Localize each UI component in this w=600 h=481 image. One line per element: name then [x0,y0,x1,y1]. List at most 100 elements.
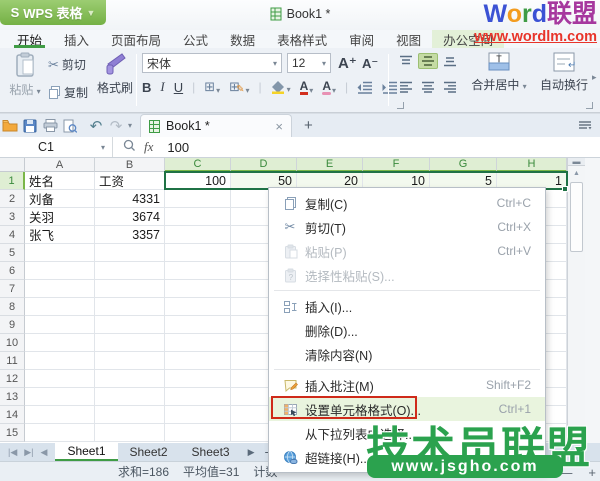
tab-home[interactable]: 开始 [6,30,53,48]
row-header-6[interactable]: 6 [0,262,25,280]
cell-C13[interactable] [165,388,231,406]
sheet-tab-sheet1[interactable]: Sheet1 [55,443,118,461]
last-sheet-button[interactable]: ▶| [24,447,33,458]
cell-B12[interactable] [95,370,165,388]
cell-A4[interactable]: 张飞 [25,226,95,244]
copy-button[interactable]: 复制 [48,84,88,101]
cell-B13[interactable] [95,388,165,406]
cell-A12[interactable] [25,370,95,388]
cell-C9[interactable] [165,316,231,334]
row-header-5[interactable]: 5 [0,244,25,262]
tab-page-layout[interactable]: 页面布局 [100,30,172,48]
prev-sheet-button[interactable]: ◀ [41,447,48,458]
cell-A9[interactable] [25,316,95,334]
draw-border-button[interactable]: ⊞ ✎ ▾ [229,79,249,95]
cell-A5[interactable] [25,244,95,262]
row-header-11[interactable]: 11 [0,352,25,370]
cell-C11[interactable] [165,352,231,370]
sheet-tab-sheet3[interactable]: Sheet3 [180,443,242,461]
cell-B9[interactable] [95,316,165,334]
column-header-A[interactable]: A [25,158,95,172]
row-header-15[interactable]: 15 [0,424,25,442]
open-file-button[interactable] [0,116,20,136]
tab-data[interactable]: 数据 [219,30,266,48]
cell-B6[interactable] [95,262,165,280]
cell-A13[interactable] [25,388,95,406]
cell-C3[interactable] [165,208,231,226]
scroll-up-arrow[interactable]: ▲ [568,166,585,180]
align-top-button[interactable] [396,53,416,69]
row-header-7[interactable]: 7 [0,280,25,298]
cell-A3[interactable]: 关羽 [25,208,95,226]
bold-button[interactable]: B [142,80,151,95]
cell-C6[interactable] [165,262,231,280]
redo-button[interactable]: ↷ [106,116,126,136]
cell-A15[interactable] [25,424,95,442]
borders-button[interactable]: ⊞ ▾ [204,79,220,95]
column-header-G[interactable]: G [430,158,497,172]
first-sheet-button[interactable]: |◀ [8,447,17,458]
ribbon-collapse-arrow[interactable]: ▸ [592,72,597,83]
underline-button[interactable]: U [174,80,183,95]
search-icon[interactable] [123,139,136,155]
cell-C1[interactable]: 100 [165,172,231,190]
row-header-8[interactable]: 8 [0,298,25,316]
cell-A2[interactable]: 刘备 [25,190,95,208]
cell-B7[interactable] [95,280,165,298]
select-all-corner[interactable] [0,158,25,172]
qat-dropdown[interactable]: ▾ [128,121,132,130]
column-header-B[interactable]: B [95,158,165,172]
tab-formulas[interactable]: 公式 [172,30,219,48]
cell-C14[interactable] [165,406,231,424]
row-header-14[interactable]: 14 [0,406,25,424]
menu-item-copy[interactable]: 复制(C) Ctrl+C [269,191,545,215]
fill-color-button[interactable]: ▾ [271,80,291,94]
decrease-indent-button[interactable] [357,81,373,94]
cell-B2[interactable]: 4331 [95,190,165,208]
cell-B3[interactable]: 3674 [95,208,165,226]
row-header-4[interactable]: 4 [0,226,25,244]
insert-function-button[interactable]: fx [144,139,153,155]
row-header-1[interactable]: 1 [0,172,25,190]
tab-insert[interactable]: 插入 [53,30,100,48]
row-header-13[interactable]: 13 [0,388,25,406]
column-header-E[interactable]: E [297,158,363,172]
tab-table-style[interactable]: 表格样式 [266,30,338,48]
print-button[interactable] [40,116,60,136]
vertical-scrollbar[interactable]: ▬ ▲ [567,157,585,443]
font-size-select[interactable]: 12 ▾ [287,53,331,73]
menu-item-insert-comment[interactable]: 插入批注(M) Shift+F2 [269,373,545,397]
row-header-10[interactable]: 10 [0,334,25,352]
format-painter-button[interactable]: 格式刷 [96,52,134,96]
close-icon[interactable]: × [275,119,283,134]
cell-B8[interactable] [95,298,165,316]
cell-C8[interactable] [165,298,231,316]
wps-app-button[interactable]: S WPS 表格 ▼ [0,0,106,25]
row-header-2[interactable]: 2 [0,190,25,208]
wrap-text-button[interactable]: ↵ 自动换行 [536,51,592,93]
cell-B14[interactable] [95,406,165,424]
font-group-expander[interactable] [397,102,404,109]
align-left-button[interactable] [396,79,416,95]
save-button[interactable] [20,116,40,136]
cell-A8[interactable] [25,298,95,316]
menu-item-insert[interactable]: 插入(I)... [269,294,545,318]
cell-C5[interactable] [165,244,231,262]
tab-view[interactable]: 视图 [385,30,432,48]
cell-A6[interactable] [25,262,95,280]
align-bottom-button[interactable] [440,53,460,69]
cell-B4[interactable]: 3357 [95,226,165,244]
scrollbar-thumb[interactable] [570,182,583,252]
cell-C12[interactable] [165,370,231,388]
column-header-H[interactable]: H [497,158,567,172]
cell-A11[interactable] [25,352,95,370]
merge-center-button[interactable]: T 合并居中 ▾ [468,51,530,93]
tab-list-button[interactable] [578,119,592,133]
cell-A14[interactable] [25,406,95,424]
row-header-12[interactable]: 12 [0,370,25,388]
formula-input[interactable]: 100 [167,140,189,155]
menu-item-cut[interactable]: ✂ 剪切(T) Ctrl+X [269,215,545,239]
align-middle-button[interactable] [418,53,438,69]
cell-C7[interactable] [165,280,231,298]
font-name-select[interactable]: 宋体 ▾ [142,53,282,73]
